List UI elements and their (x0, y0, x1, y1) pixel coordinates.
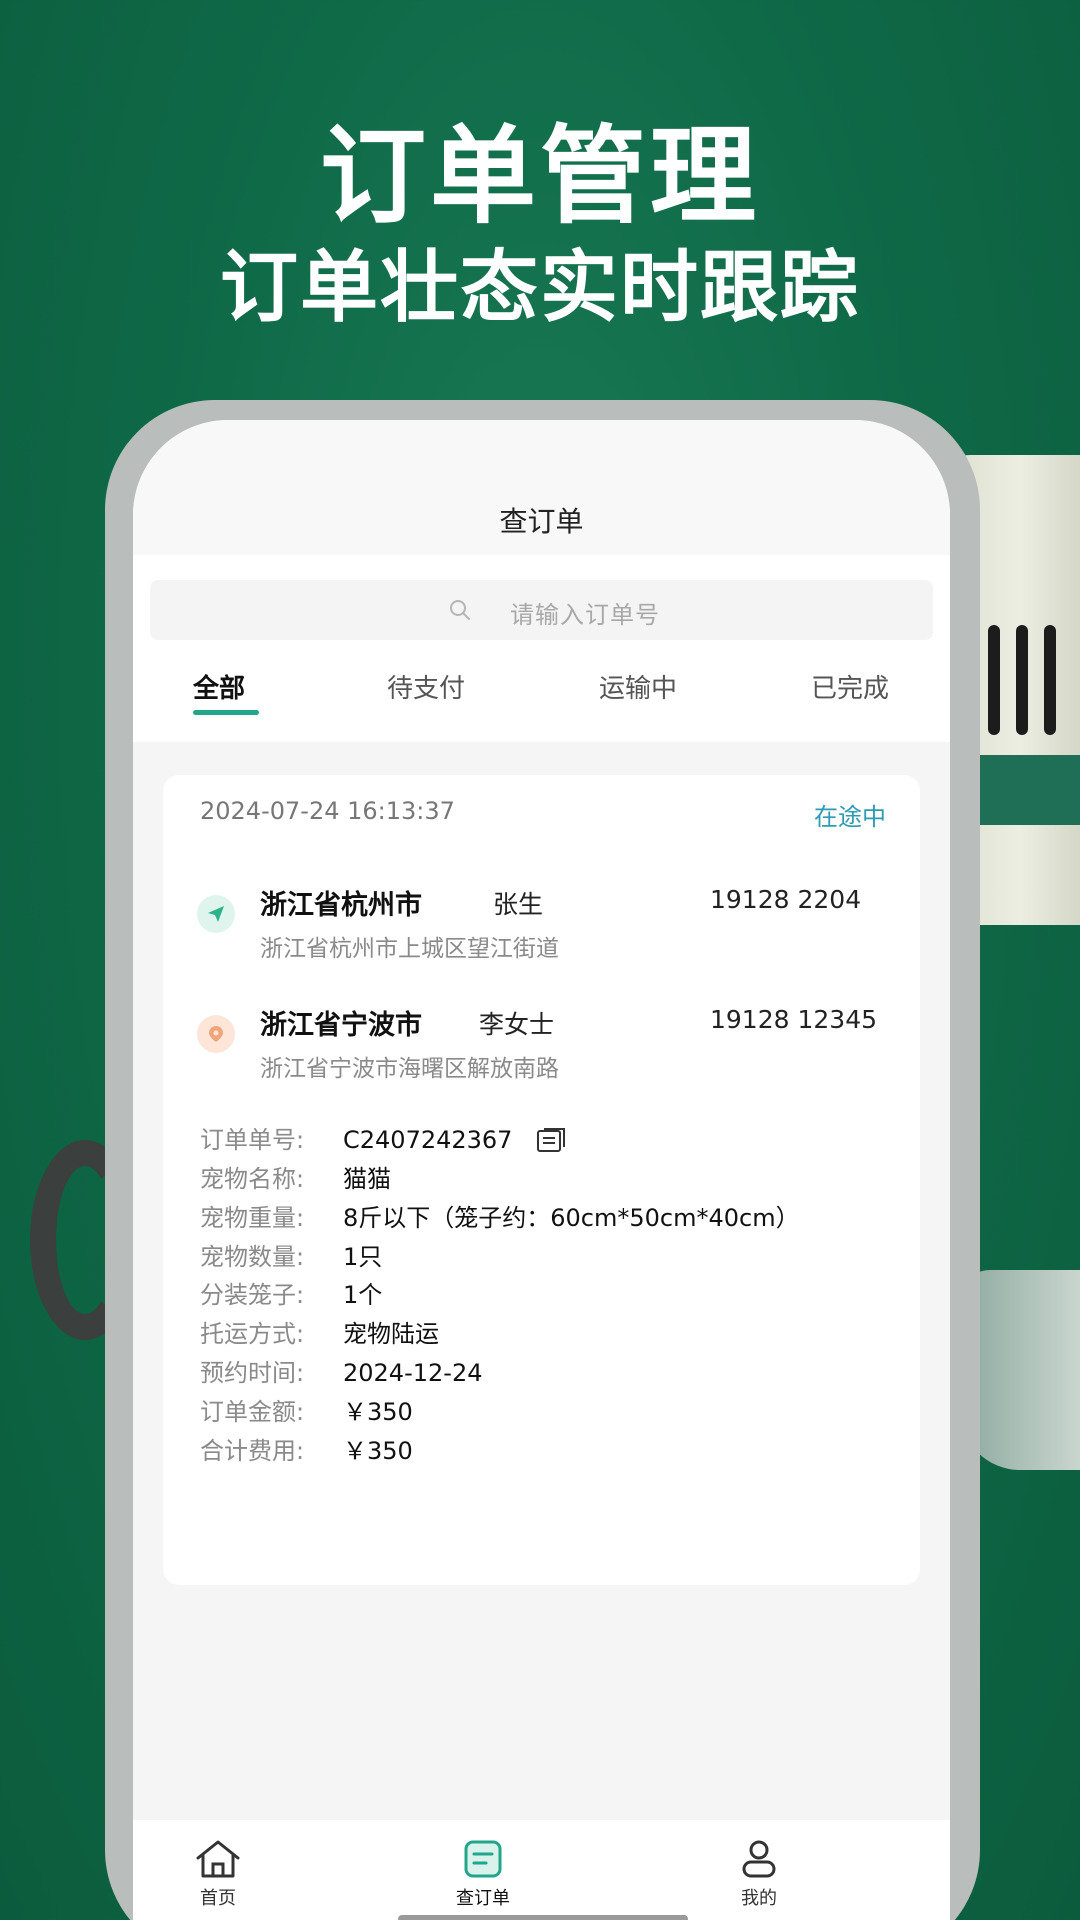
detail-value: 8斤以下（笼子约：60cm*50cm*40cm） (343, 1204, 800, 1232)
detail-label: 合计费用: (200, 1437, 305, 1465)
detail-shipping-method: 托运方式: 宠物陆运 (200, 1314, 439, 1348)
destination-address: 浙江省宁波市海曙区解放南路 (260, 1056, 559, 1082)
detail-order-number: 订单单号: C2407242367 (200, 1120, 566, 1154)
detail-value: ￥350 (343, 1398, 413, 1426)
detail-value: 猫猫 (343, 1165, 391, 1193)
destination-phone: 19128 12345 (710, 1005, 878, 1034)
detail-label: 分装笼子: (200, 1281, 305, 1309)
tabbar-home[interactable]: 首页 (158, 1838, 278, 1910)
nav-bar: 查订单 (133, 420, 950, 555)
origin-city: 浙江省杭州市 (260, 890, 422, 921)
home-indicator (398, 1915, 688, 1920)
detail-pet-count: 宠物数量: 1只 (200, 1237, 382, 1271)
tab-pending-payment[interactable]: 待支付 (387, 668, 465, 705)
detail-label: 宠物数量: (200, 1243, 305, 1271)
search-placeholder: 请输入订单号 (510, 601, 660, 629)
tabbar-label: 查订单 (456, 1888, 510, 1909)
tab-all[interactable]: 全部 (193, 668, 245, 705)
tabbar-profile[interactable]: 我的 (699, 1838, 819, 1910)
detail-value: 宠物陆运 (343, 1320, 439, 1348)
destination-icon (197, 1015, 235, 1053)
destination-contact-name: 李女士 (479, 1010, 555, 1039)
search-icon (450, 600, 470, 620)
detail-order-amount: 订单金额: ￥350 (200, 1392, 413, 1426)
detail-value: 1只 (343, 1243, 383, 1271)
detail-label: 托运方式: (200, 1320, 305, 1348)
detail-label: 订单金额: (200, 1398, 305, 1426)
origin-icon (197, 895, 235, 933)
promo-title: 订单管理 (320, 115, 760, 238)
detail-value: ￥350 (343, 1437, 413, 1465)
order-card[interactable]: 2024-07-24 16:13:37 在途中 浙江省杭州市 张生 19128 … (163, 775, 920, 1585)
destination-city: 浙江省宁波市 (260, 1010, 422, 1041)
order-icon (464, 1840, 502, 1878)
origin-address: 浙江省杭州市上城区望江街道 (260, 936, 559, 962)
order-number: C2407242367 (343, 1126, 513, 1154)
copy-icon[interactable] (536, 1127, 566, 1155)
user-icon (742, 1840, 776, 1878)
detail-label: 订单单号: (200, 1126, 305, 1154)
origin-contact-name: 张生 (493, 890, 544, 919)
bottom-tabbar: 首页 查订单 我的 (133, 1820, 950, 1920)
tabbar-label: 首页 (200, 1888, 236, 1909)
home-icon (196, 1840, 240, 1878)
detail-label: 预约时间: (200, 1359, 305, 1387)
tab-active-indicator (193, 710, 259, 715)
detail-value: 1个 (343, 1281, 383, 1309)
detail-label: 宠物重量: (200, 1204, 305, 1232)
detail-appointment-time: 预约时间: 2024-12-24 (200, 1353, 482, 1387)
tab-in-transit[interactable]: 运输中 (599, 668, 677, 705)
tabbar-orders[interactable]: 查订单 (423, 1838, 543, 1910)
detail-value: 2024-12-24 (343, 1359, 483, 1387)
order-status: 在途中 (814, 803, 886, 831)
promo-subtitle: 订单壮态实时跟踪 (219, 243, 860, 333)
page-title: 查订单 (499, 505, 584, 538)
origin-phone: 19128 2204 (710, 885, 862, 914)
tabbar-label: 我的 (741, 1888, 777, 1909)
detail-pet-name: 宠物名称: 猫猫 (200, 1159, 391, 1193)
detail-cage-count: 分装笼子: 1个 (200, 1275, 382, 1309)
tab-completed[interactable]: 已完成 (811, 668, 889, 705)
order-datetime: 2024-07-24 16:13:37 (200, 797, 455, 825)
phone-screen: 查订单 请输入订单号 全部 待支付 运输中 已完成 2024-07-24 16:… (133, 420, 950, 1920)
detail-label: 宠物名称: (200, 1165, 305, 1193)
search-input[interactable]: 请输入订单号 (150, 580, 933, 640)
detail-total-cost: 合计费用: ￥350 (200, 1431, 413, 1465)
detail-pet-weight: 宠物重量: 8斤以下（笼子约：60cm*50cm*40cm） (200, 1198, 800, 1232)
